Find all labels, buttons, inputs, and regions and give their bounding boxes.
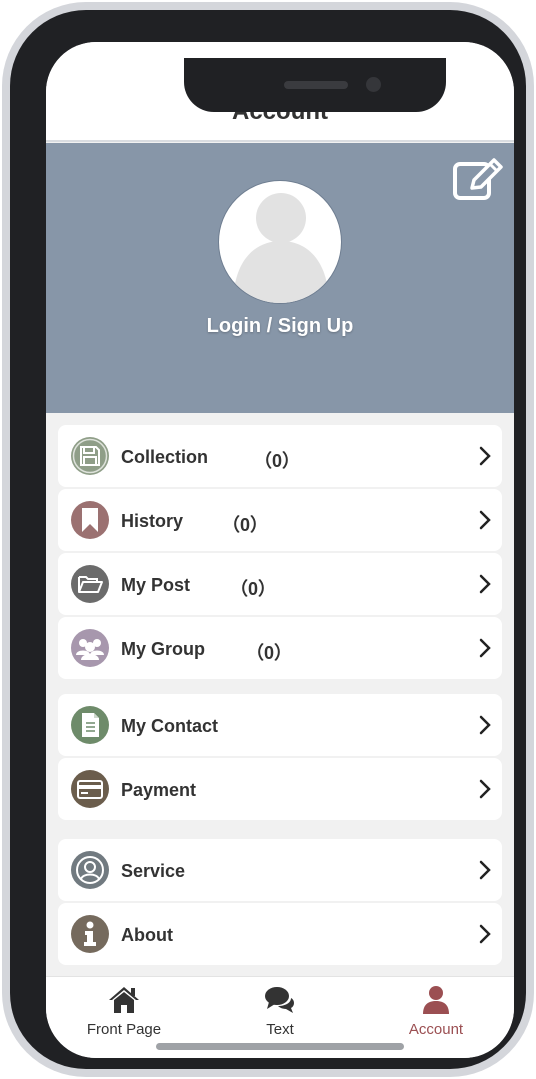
menu-item-count: （0） — [246, 643, 293, 663]
avatar[interactable] — [218, 180, 342, 304]
user-icon — [423, 986, 449, 1014]
speaker-grille — [284, 81, 348, 89]
tab-front-page[interactable]: Front Page — [46, 985, 202, 1045]
menu-item-label: Payment — [121, 780, 197, 800]
screen: Account Login / Sign Up — [46, 42, 514, 1058]
bookmark-icon — [71, 501, 109, 539]
chevron-right-icon — [479, 446, 491, 466]
menu-item-about[interactable]: About — [58, 903, 502, 965]
home-indicator[interactable] — [156, 1043, 404, 1050]
front-camera — [366, 77, 381, 92]
user-circle-icon — [71, 851, 109, 889]
menu-item-label: My Post — [121, 575, 191, 595]
menu-group-account: My Contact Payment — [58, 694, 502, 822]
menu-item-collection[interactable]: Collection （0） — [58, 425, 502, 487]
folder-open-icon — [71, 565, 109, 603]
avatar-placeholder-icon — [233, 193, 329, 303]
menu-group-info: Service About — [58, 839, 502, 967]
profile-banner: Login / Sign Up — [46, 143, 514, 413]
tab-label: Account — [408, 1021, 464, 1038]
menu-item-label: Collection — [121, 447, 209, 467]
menu-item-label: History — [121, 511, 184, 531]
group-icon — [71, 629, 109, 667]
login-signup-link[interactable]: Login / Sign Up — [46, 315, 514, 338]
chevron-right-icon — [479, 779, 491, 799]
tab-label: Text — [266, 1021, 294, 1038]
chevron-right-icon — [479, 924, 491, 944]
menu-item-label: My Group — [121, 639, 205, 659]
chevron-right-icon — [479, 715, 491, 735]
chevron-right-icon — [479, 574, 491, 594]
info-icon — [71, 915, 109, 953]
menu-group-activity: Collection （0） History （0） My Post （0） M… — [58, 425, 502, 681]
tab-account[interactable]: Account — [358, 985, 514, 1045]
chevron-right-icon — [479, 638, 491, 658]
document-icon — [71, 706, 109, 744]
menu-item-payment[interactable]: Payment — [58, 758, 502, 820]
chevron-right-icon — [479, 510, 491, 530]
bottom-tab-bar: Front Page Text Account — [46, 976, 514, 1058]
menu-item-count: （0） — [254, 451, 301, 471]
menu-item-my-group[interactable]: My Group （0） — [58, 617, 502, 679]
menu-item-service[interactable]: Service — [58, 839, 502, 901]
menu-item-label: Service — [121, 861, 186, 881]
phone-frame: Account Login / Sign Up — [2, 2, 534, 1077]
tab-text[interactable]: Text — [202, 985, 358, 1045]
menu-item-count: （0） — [222, 515, 269, 535]
menu-item-label: My Contact — [121, 716, 219, 736]
phone-notch — [184, 58, 446, 112]
menu-item-label: About — [121, 925, 173, 945]
menu-item-history[interactable]: History （0） — [58, 489, 502, 551]
tab-label: Front Page — [86, 1021, 162, 1038]
menu-item-my-post[interactable]: My Post （0） — [58, 553, 502, 615]
edit-icon[interactable] — [452, 158, 504, 202]
phone-bezel: Account Login / Sign Up — [10, 10, 526, 1069]
menu-item-count: （0） — [230, 579, 277, 599]
floppy-disk-icon — [71, 437, 109, 475]
credit-card-icon — [71, 770, 109, 808]
chat-bubbles-icon — [265, 987, 294, 1013]
home-icon — [109, 987, 139, 1013]
menu-item-my-contact[interactable]: My Contact — [58, 694, 502, 756]
chevron-right-icon — [479, 860, 491, 880]
